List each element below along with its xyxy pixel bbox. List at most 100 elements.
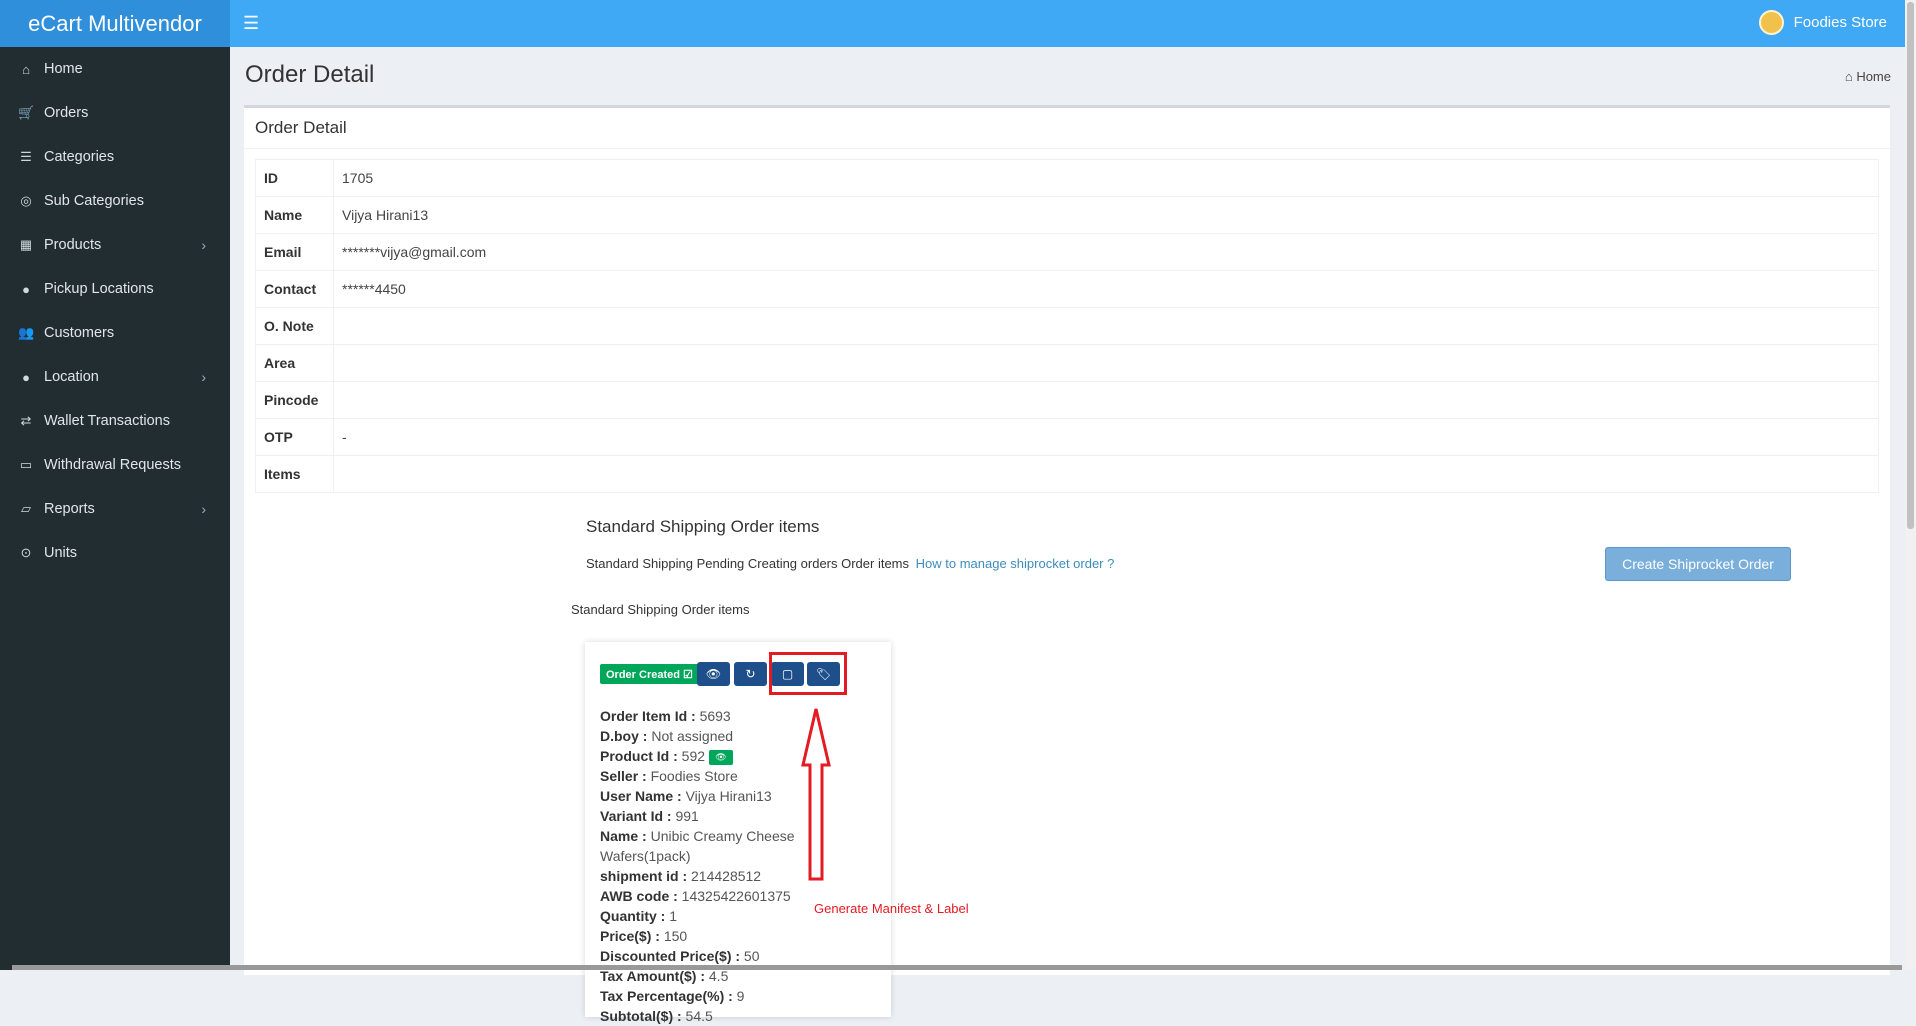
order-item-fields: Order Item Id : 5693 D.boy : Not assigned…: [600, 706, 800, 1026]
scrollbar-thumb[interactable]: [1907, 2, 1914, 529]
chevron-right-icon: ›: [201, 369, 206, 385]
order-detail-table: ID 1705 Name Vijya Hirani13 Email *******vijy…: [255, 159, 1879, 493]
shipping-desc-text: Standard Shipping Pending Creating order…: [586, 556, 910, 571]
table-row: ID 1705: [255, 159, 1879, 197]
field-key: Subtotal($) :: [600, 1008, 682, 1024]
field-value: Foodies Store: [650, 768, 738, 784]
field-line: Subtotal($) : 54.5: [600, 1006, 800, 1026]
view-product-eye-icon[interactable]: 👁: [708, 749, 733, 765]
sliders-icon: ☰: [20, 149, 32, 164]
sidebar-item-label: Categories: [44, 149, 115, 165]
field-value: Not assigned: [651, 728, 734, 744]
exchange-icon: ⇄: [20, 413, 32, 428]
create-shiprocket-order-button[interactable]: Create Shiprocket Order: [1605, 547, 1791, 581]
map-pin-icon: ●: [22, 281, 30, 297]
field-line: Discounted Price($) : 50: [600, 946, 800, 966]
field-value: 9: [736, 988, 745, 1004]
sidebar-item-wallet-transactions[interactable]: ⇄ Wallet Transactions: [0, 399, 230, 443]
detail-key: Name: [255, 196, 334, 234]
field-value: 50: [743, 948, 760, 964]
sidebar-item-pickup-locations[interactable]: ● Pickup Locations: [0, 267, 230, 311]
main-content: Order Detail ⌂ Home Order Detail ID 1705 N…: [230, 47, 1905, 1024]
field-value: 5693: [699, 708, 731, 724]
detail-key: Contact: [255, 270, 334, 308]
top-header: eCart Multivendor ☰ Foodies Store: [0, 0, 1905, 47]
field-value: 4.5: [708, 968, 729, 984]
field-line: User Name : Vijya Hirani13: [600, 786, 800, 806]
sidebar-item-customers[interactable]: 👥 Customers: [0, 311, 230, 355]
credit-card-icon: ▭: [19, 457, 33, 472]
field-line: D.boy : Not assigned: [600, 726, 800, 746]
field-key: Tax Percentage(%) :: [600, 988, 733, 1004]
field-value: 54.5: [685, 1008, 713, 1024]
field-line: Quantity : 1: [600, 906, 800, 926]
map-pin-icon: ●: [22, 369, 30, 385]
field-key: User Name :: [600, 788, 682, 804]
dot-circle-icon: ⊙: [20, 545, 32, 560]
refresh-icon: ↻: [745, 667, 756, 681]
field-key: shipment id :: [600, 868, 688, 884]
field-value: 150: [663, 928, 688, 944]
annotation-arrow: [801, 708, 831, 881]
divider: [244, 148, 1890, 149]
sidebar-item-label: Pickup Locations: [44, 281, 154, 297]
users-icon: 👥: [18, 325, 35, 340]
table-row: Name Vijya Hirani13: [255, 196, 1879, 234]
field-key: Product Id :: [600, 748, 678, 764]
detail-key: Pincode: [255, 381, 334, 419]
sidebar-item-label: Products: [44, 237, 102, 253]
breadcrumb-home[interactable]: Home: [1856, 69, 1891, 84]
sidebar-item-units[interactable]: ⊙ Units: [0, 531, 230, 575]
view-button[interactable]: 👁: [697, 662, 730, 686]
sidebar-item-label: Orders: [44, 105, 89, 121]
user-menu[interactable]: Foodies Store: [1758, 10, 1887, 35]
field-line: Seller : Foodies Store: [600, 766, 800, 786]
detail-value: [333, 344, 1879, 382]
sidebar-item-label: Location: [44, 369, 99, 385]
field-line: Price($) : 150: [600, 926, 800, 946]
app-logo[interactable]: eCart Multivendor: [0, 0, 230, 47]
shiprocket-help-link[interactable]: How to manage shiprocket order ?: [916, 556, 1115, 571]
sidebar-item-reports[interactable]: ▱ Reports ›: [0, 487, 230, 531]
field-key: Quantity :: [600, 908, 666, 924]
table-row: Email *******vijya@gmail.com: [255, 233, 1879, 271]
sidebar-item-categories[interactable]: ☰ Categories: [0, 135, 230, 179]
sidebar-item-label: Wallet Transactions: [44, 413, 170, 429]
sidebar-item-label: Home: [44, 61, 83, 77]
field-key: Tax Amount($) :: [600, 968, 705, 984]
cart-icon: 🛒: [18, 105, 35, 120]
order-item-card: Order Created ☑ 👁 ↻ ▢ 🏷 Order Item Id : …: [585, 642, 891, 1024]
table-row: Pincode: [255, 381, 1879, 419]
breadcrumb[interactable]: ⌂ Home: [1845, 69, 1891, 84]
sidebar-item-products[interactable]: ▦ Products ›: [0, 223, 230, 267]
sidebar-item-withdrawal-requests[interactable]: ▭ Withdrawal Requests: [0, 443, 230, 487]
sidebar-item-label: Units: [44, 545, 78, 561]
table-row: O. Note: [255, 307, 1879, 345]
sidebar-item-orders[interactable]: 🛒 Orders: [0, 91, 230, 135]
sidebar-item-sub-categories[interactable]: ◎ Sub Categories: [0, 179, 230, 223]
detail-key: Area: [255, 344, 334, 382]
sidebar-item-home[interactable]: ⌂ Home: [0, 47, 230, 91]
field-value: 1: [669, 908, 678, 924]
detail-key: Email: [255, 233, 334, 271]
field-value: Vijya Hirani13: [685, 788, 772, 804]
field-line: Tax Percentage(%) : 9: [600, 986, 800, 1006]
sidebar-item-label: Sub Categories: [44, 193, 144, 209]
table-row: Contact ******4450: [255, 270, 1879, 308]
home-icon: ⌂: [1844, 69, 1853, 84]
field-key: Discounted Price($) :: [600, 948, 741, 964]
hamburger-menu-icon[interactable]: ☰: [243, 13, 259, 34]
eye-icon: 👁: [705, 667, 722, 681]
sidebar-item-location[interactable]: ● Location ›: [0, 355, 230, 399]
field-key: Order Item Id :: [600, 708, 696, 724]
box-title: Order Detail: [255, 118, 347, 137]
sidebar-item-label: Reports: [44, 501, 95, 517]
cubes-icon: ▦: [19, 237, 33, 252]
horizontal-scrollbar[interactable]: [12, 965, 1902, 970]
chevron-right-icon: ›: [201, 237, 206, 253]
detail-key: Items: [255, 455, 334, 493]
avatar: [1758, 10, 1784, 35]
refresh-button[interactable]: ↻: [734, 662, 767, 686]
field-key: Price($) :: [600, 928, 660, 944]
vertical-scrollbar[interactable]: [1905, 0, 1916, 970]
